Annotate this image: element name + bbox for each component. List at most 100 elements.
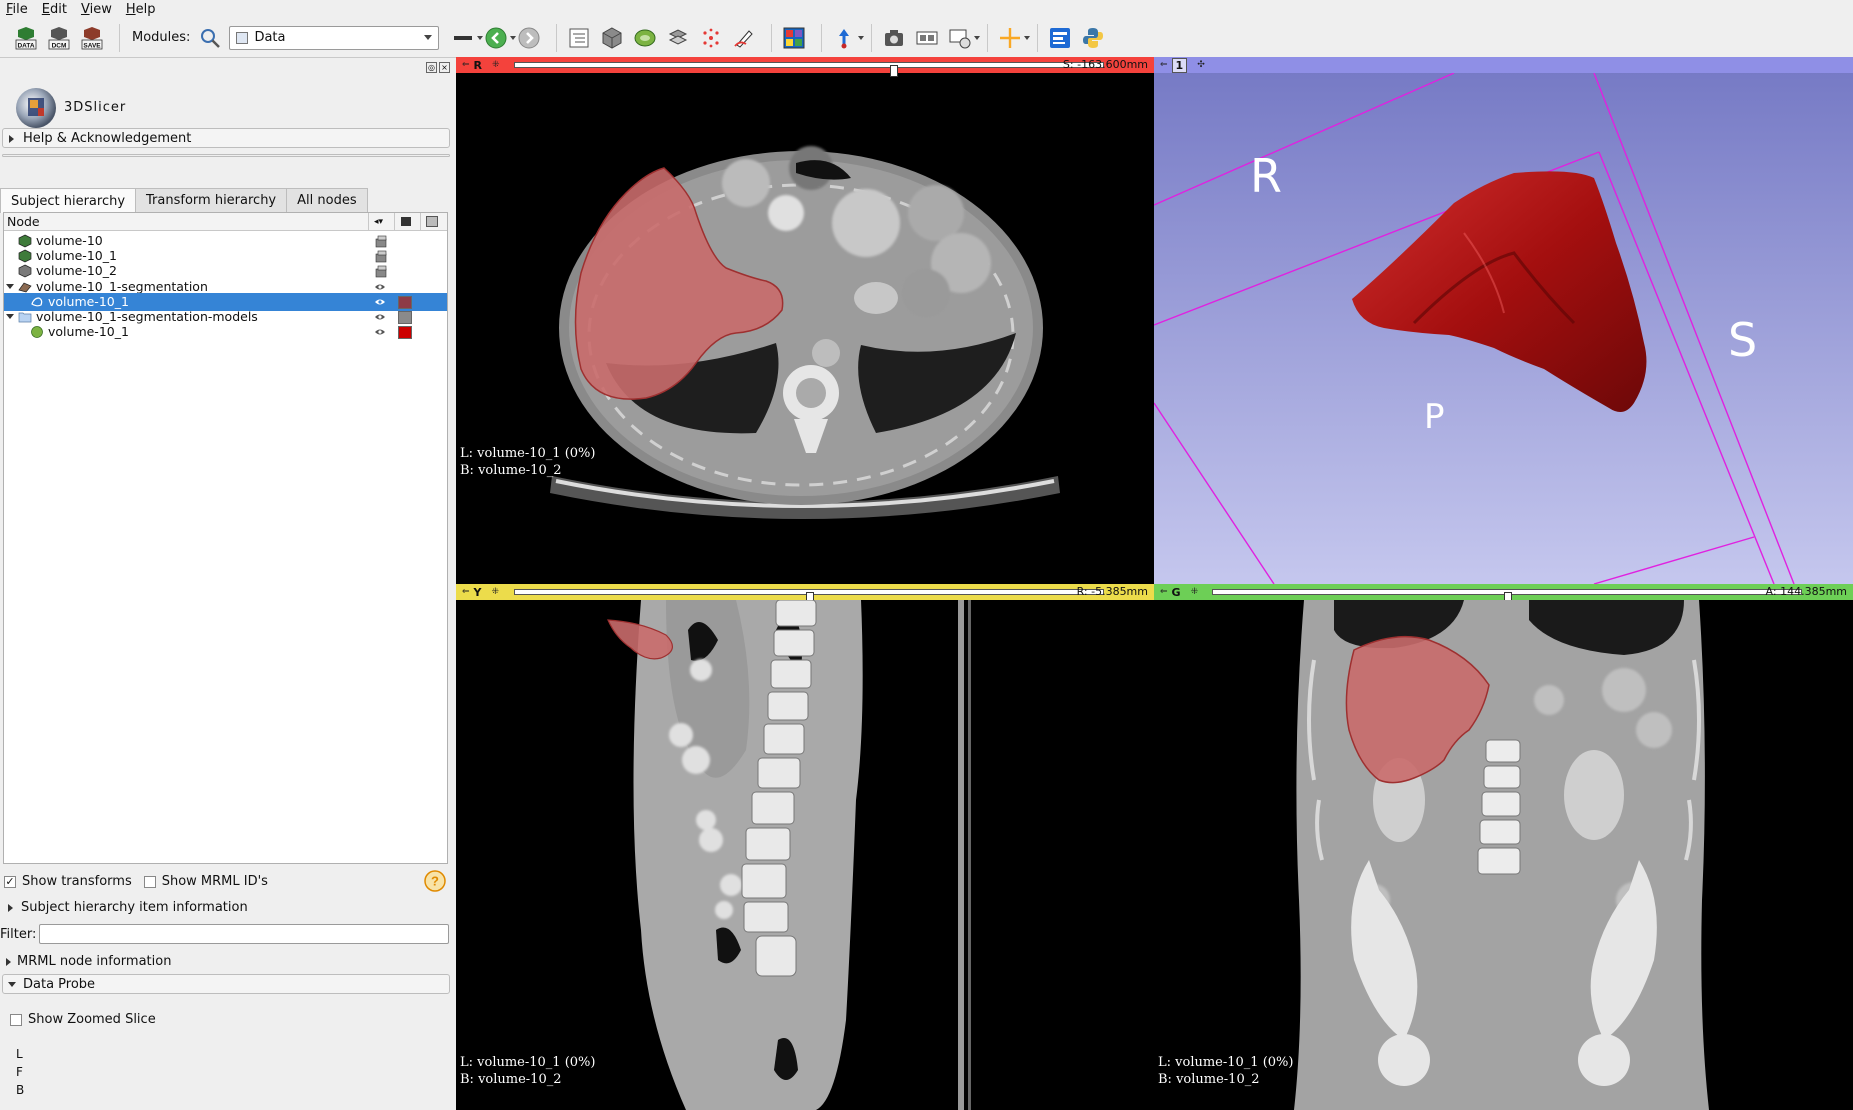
help-acknowledgement-section[interactable]: Help & Acknowledgement xyxy=(2,128,450,148)
menu-file[interactable]: File xyxy=(6,2,28,17)
load-data-icon: DATA xyxy=(15,26,37,49)
main-toolbar: DATA DCM SAVE Modules: Data xyxy=(0,18,1853,58)
load-data-button[interactable]: DATA xyxy=(12,24,40,52)
slice-offset-value: R: -5.385mm xyxy=(1076,585,1148,598)
eye-icon[interactable] xyxy=(374,296,386,308)
eye-icon[interactable] xyxy=(374,311,386,323)
tab-subject-hierarchy[interactable]: Subject hierarchy xyxy=(0,188,137,213)
volume-display-icon[interactable] xyxy=(374,234,388,248)
volume-icon xyxy=(18,249,32,263)
tree-options: ✓ Show transforms Show MRML ID's xyxy=(4,874,268,889)
slice-offset-value: A: 144.385mm xyxy=(1765,585,1847,598)
show-mrml-ids-label: Show MRML ID's xyxy=(161,874,268,889)
float-panel-icon[interactable]: ◎ xyxy=(426,62,437,73)
slice-offset-slider[interactable] xyxy=(1212,589,1802,604)
screenshot-button[interactable] xyxy=(880,24,908,52)
slice-offset-slider[interactable] xyxy=(514,62,1104,77)
menu-view[interactable]: View xyxy=(81,2,112,17)
section-divider xyxy=(2,154,450,157)
chevron-down-icon xyxy=(424,34,433,40)
python-console-button[interactable] xyxy=(1079,24,1107,52)
tree-row[interactable]: volume-10_1 xyxy=(4,323,447,341)
settings-icon[interactable]: ✣ xyxy=(1197,60,1205,70)
3d-view[interactable]: ⇐ 1 ✣ R S P xyxy=(1154,57,1853,584)
previous-module-button[interactable] xyxy=(482,24,517,52)
menu-edit[interactable]: Edit xyxy=(42,2,67,17)
red-slice-view[interactable]: ⇐ R ⁜ S: -163.600mm L: volume-10_1 (0%) … xyxy=(456,57,1154,584)
eye-icon[interactable] xyxy=(374,281,386,293)
tree-header: Node ◂▾ xyxy=(4,213,447,231)
module-selector[interactable]: Data xyxy=(229,25,440,50)
show-zoomed-slice-checkbox[interactable] xyxy=(10,1013,22,1026)
liver-model xyxy=(1352,171,1647,412)
scene-restore-icon xyxy=(949,29,971,48)
volume-icon xyxy=(18,234,32,248)
close-icon[interactable]: × xyxy=(439,62,450,73)
segment-icon xyxy=(30,295,44,309)
pin-icon[interactable]: ⇐ xyxy=(462,587,470,597)
link-icon[interactable]: ⁜ xyxy=(492,60,500,70)
color-column-icon[interactable] xyxy=(401,217,411,226)
menu-bar: File Edit View Help xyxy=(0,0,1853,18)
link-icon[interactable]: ⁜ xyxy=(1191,587,1199,597)
show-transforms-checkbox[interactable]: ✓ xyxy=(4,875,16,888)
yellow-slice-view[interactable]: ⇐ Y ⁜ R: -5.385mm L: volume-10_1 (0%) B:… xyxy=(456,584,1154,1110)
color-swatch[interactable] xyxy=(398,326,412,340)
save-button[interactable]: SAVE xyxy=(78,24,106,52)
layer-info: L: volume-10_1 (0%) B: volume-10_2 xyxy=(460,445,595,479)
volume-display-icon[interactable] xyxy=(374,264,388,278)
pin-icon[interactable]: ⇐ xyxy=(1160,60,1168,70)
svg-text:?: ? xyxy=(431,874,439,889)
chevron-down-icon xyxy=(8,982,16,987)
eye-icon[interactable] xyxy=(374,326,386,338)
module-panel: ◎ × 3DSlicer Help & Acknowledgement Subj… xyxy=(0,58,456,1110)
markups-module-button[interactable] xyxy=(697,24,725,52)
module-search-button[interactable] xyxy=(196,24,224,52)
extension-manager-button[interactable] xyxy=(1046,24,1074,52)
layout-button[interactable] xyxy=(780,24,808,52)
color-swatch[interactable] xyxy=(398,311,412,324)
tab-all-nodes[interactable]: All nodes xyxy=(286,188,368,212)
section-title: Data Probe xyxy=(23,976,96,992)
volumes-module-button[interactable] xyxy=(598,24,626,52)
pin-icon[interactable]: ⇐ xyxy=(462,60,470,70)
green-slice-view[interactable]: ⇐ G ⁜ A: 144.385mm L: volume-10_1 (0%) B… xyxy=(1154,584,1853,1110)
expand-chevron-icon[interactable] xyxy=(6,283,14,289)
foreground-layer: L: volume-10_1 (0%) xyxy=(460,446,596,461)
tab-transform-hierarchy[interactable]: Transform hierarchy xyxy=(135,188,288,212)
scene-view-button[interactable] xyxy=(913,24,941,52)
transforms-module-button[interactable] xyxy=(664,24,692,52)
show-mrml-ids-checkbox[interactable] xyxy=(143,875,156,888)
load-dicom-button[interactable]: DCM xyxy=(45,24,73,52)
tree-list-icon xyxy=(569,28,589,47)
next-module-button[interactable] xyxy=(515,24,543,52)
section-title: MRML node information xyxy=(17,954,172,969)
subject-item-info-section[interactable]: Subject hierarchy item information xyxy=(2,900,248,915)
data-module-button[interactable] xyxy=(565,24,593,52)
filter-input[interactable] xyxy=(39,924,450,944)
node-column-header[interactable]: Node xyxy=(7,214,40,229)
mrml-node-info-section[interactable]: MRML node information xyxy=(2,954,171,969)
transform-column-icon[interactable] xyxy=(426,216,438,227)
link-icon[interactable]: ⁜ xyxy=(492,587,500,597)
mouse-mode-button[interactable] xyxy=(830,24,865,52)
visibility-column-icon[interactable]: ◂▾ xyxy=(374,217,383,227)
orientation-label-r: R xyxy=(1250,149,1282,203)
panel-window-controls: ◎ × xyxy=(426,62,450,73)
column-separator xyxy=(394,213,395,231)
color-swatch[interactable] xyxy=(398,295,412,309)
scene-restore-button[interactable] xyxy=(946,24,981,52)
tree-row-label: volume-10_1-segmentation xyxy=(36,278,208,294)
segment-editor-button[interactable] xyxy=(730,24,758,52)
slice-offset-slider[interactable] xyxy=(514,589,1104,604)
expand-chevron-icon[interactable] xyxy=(6,314,14,319)
volume-display-icon[interactable] xyxy=(374,249,388,263)
subject-hierarchy-tree[interactable]: Node ◂▾ volume-10 volume-10_1 volume-10_2 v… xyxy=(3,212,448,864)
pin-icon[interactable]: ⇐ xyxy=(1160,587,1168,597)
models-module-button[interactable] xyxy=(631,24,659,52)
menu-help[interactable]: Help xyxy=(126,2,156,17)
help-icon[interactable]: ? xyxy=(424,870,446,892)
data-probe-section[interactable]: Data Probe xyxy=(2,974,450,994)
crosshair-button[interactable] xyxy=(996,24,1031,52)
module-history-button[interactable] xyxy=(449,24,484,52)
